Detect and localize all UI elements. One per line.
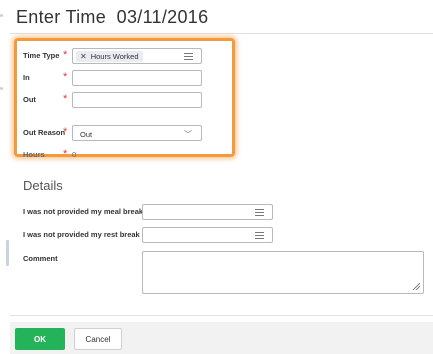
required-marker: * [63, 126, 68, 138]
dialog-title-date: 03/11/2016 [116, 7, 209, 27]
rest-break-label: I was not provided my rest break [23, 230, 140, 239]
in-time-input[interactable] [72, 70, 202, 86]
title-divider [10, 33, 433, 34]
out-time-input[interactable] [72, 92, 202, 108]
chevron-down-icon: ﹀ [184, 130, 192, 139]
resize-handle-icon[interactable] [412, 282, 420, 290]
required-marker: * [63, 148, 68, 160]
edge-marker [0, 87, 3, 90]
hours-value: 0 [72, 150, 77, 159]
close-icon[interactable]: ✕ [80, 52, 87, 61]
comment-label: Comment [23, 254, 58, 263]
out-reason-select[interactable]: Out ﹀ [72, 125, 202, 141]
rest-break-input[interactable] [142, 227, 273, 243]
page: Enter Time 03/11/2016 Time Type * ✕ Hour… [0, 0, 433, 354]
background-edge [0, 0, 10, 354]
time-type-chip: ✕ Hours Worked [76, 51, 143, 62]
time-type-input[interactable]: ✕ Hours Worked [72, 48, 202, 64]
comment-textarea[interactable] [142, 251, 424, 294]
dialog-title-text: Enter Time [16, 7, 107, 27]
dialog-title: Enter Time 03/11/2016 [16, 7, 208, 28]
meal-break-label: I was not provided my meal break [23, 207, 144, 216]
in-label: In [23, 73, 30, 82]
dialog-footer: OK Cancel [10, 322, 433, 354]
hours-label: Hours [23, 150, 45, 159]
out-label: Out [23, 95, 36, 104]
out-reason-value: Out [80, 130, 93, 139]
required-marker: * [63, 71, 68, 83]
time-type-label: Time Type [23, 51, 60, 60]
edge-marker [0, 14, 3, 17]
list-icon[interactable] [184, 53, 193, 60]
out-reason-label: Out Reason [23, 128, 66, 137]
details-heading: Details [23, 178, 63, 193]
footer-divider [10, 315, 433, 316]
meal-break-input[interactable] [142, 204, 273, 220]
required-marker: * [63, 49, 68, 61]
edge-tab [6, 240, 9, 266]
list-icon[interactable] [255, 232, 264, 239]
enter-time-dialog: Enter Time 03/11/2016 Time Type * ✕ Hour… [10, 0, 433, 354]
ok-button[interactable]: OK [15, 328, 65, 350]
cancel-button[interactable]: Cancel [74, 328, 122, 350]
list-icon[interactable] [255, 209, 264, 216]
required-marker: * [63, 93, 68, 105]
time-type-chip-label: Hours Worked [90, 52, 139, 61]
